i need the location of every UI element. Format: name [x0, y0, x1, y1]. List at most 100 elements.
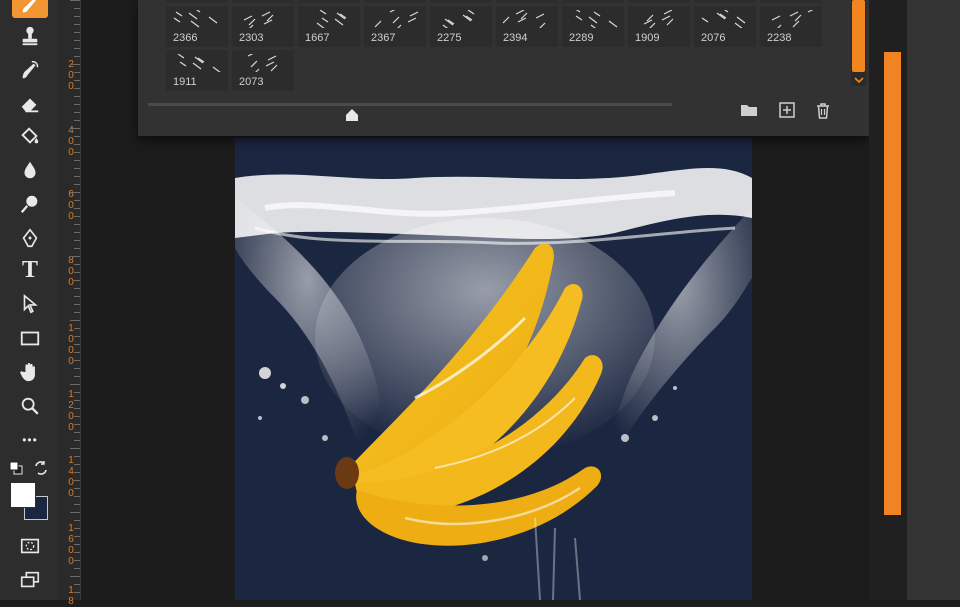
ruler-tick	[74, 560, 80, 561]
ruler-tick	[74, 536, 80, 537]
brush-preset[interactable]: 2394	[496, 6, 558, 47]
brush-preset-partial[interactable]	[760, 0, 822, 3]
ruler-tick	[74, 528, 80, 529]
ruler-label: 0	[68, 556, 74, 567]
brush-preset[interactable]: 2076	[694, 6, 756, 47]
default-colors-button[interactable]	[9, 461, 23, 475]
ruler-tick	[74, 392, 80, 393]
brush-preset[interactable]: 2303	[232, 6, 294, 47]
new-brush-preset-button[interactable]	[777, 100, 797, 120]
eraser-tool[interactable]	[14, 90, 46, 118]
type-tool[interactable]: T	[14, 256, 46, 284]
ruler-tick	[74, 480, 80, 481]
brush-preset[interactable]: 2275	[430, 6, 492, 47]
paint-bucket-tool[interactable]	[14, 122, 46, 150]
history-brush-tool[interactable]	[14, 56, 46, 84]
brush-preset[interactable]: 2238	[760, 6, 822, 47]
right-panel-dock	[907, 0, 960, 600]
dodge-tool[interactable]	[14, 190, 46, 218]
brush-size-label: 1667	[305, 32, 330, 44]
document-canvas[interactable]	[235, 138, 752, 600]
brushes-scrollbar-thumb[interactable]	[852, 0, 865, 72]
blur-tool[interactable]	[14, 156, 46, 184]
brush-preset[interactable]: 2073	[232, 50, 294, 91]
brush-tip-preview	[173, 10, 218, 28]
brush-preset-partial[interactable]	[166, 0, 228, 3]
brush-preset-partial[interactable]	[232, 0, 294, 3]
type-tool-icon: T	[21, 256, 38, 283]
ruler-label: 0	[68, 211, 74, 222]
brush-tool[interactable]	[12, 0, 48, 18]
swap-colors-button[interactable]	[33, 460, 49, 476]
brush-preset[interactable]: 2289	[562, 6, 624, 47]
ruler-label: 8	[68, 596, 74, 607]
ruler-tick	[70, 192, 80, 193]
new-group-button[interactable]	[739, 100, 759, 120]
hand-tool[interactable]	[14, 358, 46, 386]
zoom-tool[interactable]	[14, 392, 46, 420]
ruler-tick	[74, 176, 80, 177]
ruler-tick	[74, 520, 80, 521]
brush-tip-preview	[643, 10, 674, 28]
brush-preset[interactable]: 1911	[166, 50, 228, 91]
preview-size-slider-track[interactable]	[148, 103, 672, 106]
brush-preset[interactable]: 1667	[298, 6, 360, 47]
screen-mode-icon	[20, 571, 40, 588]
ruler-label: 0	[68, 345, 74, 356]
scroll-down-arrow-icon[interactable]	[852, 72, 866, 84]
ruler-tick	[74, 368, 80, 369]
ruler-tick	[74, 88, 80, 89]
ruler-tick	[74, 264, 80, 265]
ruler-tick	[70, 384, 80, 385]
ruler-tick	[74, 112, 80, 113]
ruler-tick	[74, 16, 80, 17]
path-selection-tool[interactable]	[14, 290, 46, 318]
dodge-tool-icon	[20, 195, 38, 213]
brush-preset-partial[interactable]	[298, 0, 360, 3]
clone-stamp-tool-icon	[22, 26, 38, 46]
vertical-scrollbar-thumb[interactable]	[884, 52, 901, 515]
screen-mode-button[interactable]	[14, 566, 46, 594]
brush-preset-partial[interactable]	[694, 0, 756, 3]
ruler-tick	[74, 272, 80, 273]
clone-stamp-tool[interactable]	[14, 22, 46, 50]
ruler-tick	[74, 48, 80, 49]
brush-preset-partial[interactable]	[496, 0, 558, 3]
preview-size-slider-knob[interactable]	[345, 108, 359, 121]
ruler-tick	[74, 216, 80, 217]
brush-preset[interactable]: 1909	[628, 6, 690, 47]
more-tools[interactable]: •••	[14, 426, 46, 454]
brush-tip-preview	[575, 10, 618, 28]
brush-preset-partial[interactable]	[430, 0, 492, 3]
ruler-tick	[74, 336, 80, 337]
brush-preset[interactable]: 2367	[364, 6, 426, 47]
ruler-label: 1	[68, 323, 74, 334]
brush-preset[interactable]: 2366	[166, 6, 228, 47]
pen-tool-icon	[22, 228, 38, 248]
ruler-tick	[74, 408, 80, 409]
brush-size-label: 2303	[239, 32, 264, 44]
brushes-panel: 2366 2303 1667 2367 2275 2394 2289 1909 2076 2238…	[138, 0, 869, 136]
ruler-tick	[74, 416, 80, 417]
ruler-tick	[74, 208, 80, 209]
brush-preset-partial[interactable]	[364, 0, 426, 3]
path-selection-tool-icon	[23, 293, 38, 314]
ruler-label: 0	[68, 136, 74, 147]
ruler-tick	[74, 472, 80, 473]
brush-preset-partial[interactable]	[628, 0, 690, 3]
ruler-tick	[74, 344, 80, 345]
quick-mask-button[interactable]	[14, 532, 46, 560]
ruler-tick	[74, 288, 80, 289]
brush-tip-preview	[442, 10, 475, 28]
rectangle-tool[interactable]	[14, 324, 46, 352]
tools-panel: T •••	[0, 0, 58, 600]
foreground-color-swatch[interactable]	[10, 482, 36, 508]
ruler-tick	[74, 40, 80, 41]
pen-tool[interactable]	[14, 224, 46, 252]
delete-brush-button[interactable]	[813, 100, 833, 120]
brush-size-label: 1909	[635, 32, 660, 44]
ruler-tick	[74, 144, 80, 145]
brush-preset-partial[interactable]	[562, 0, 624, 3]
ruler-label: 1	[68, 523, 74, 534]
ruler-tick	[74, 544, 80, 545]
